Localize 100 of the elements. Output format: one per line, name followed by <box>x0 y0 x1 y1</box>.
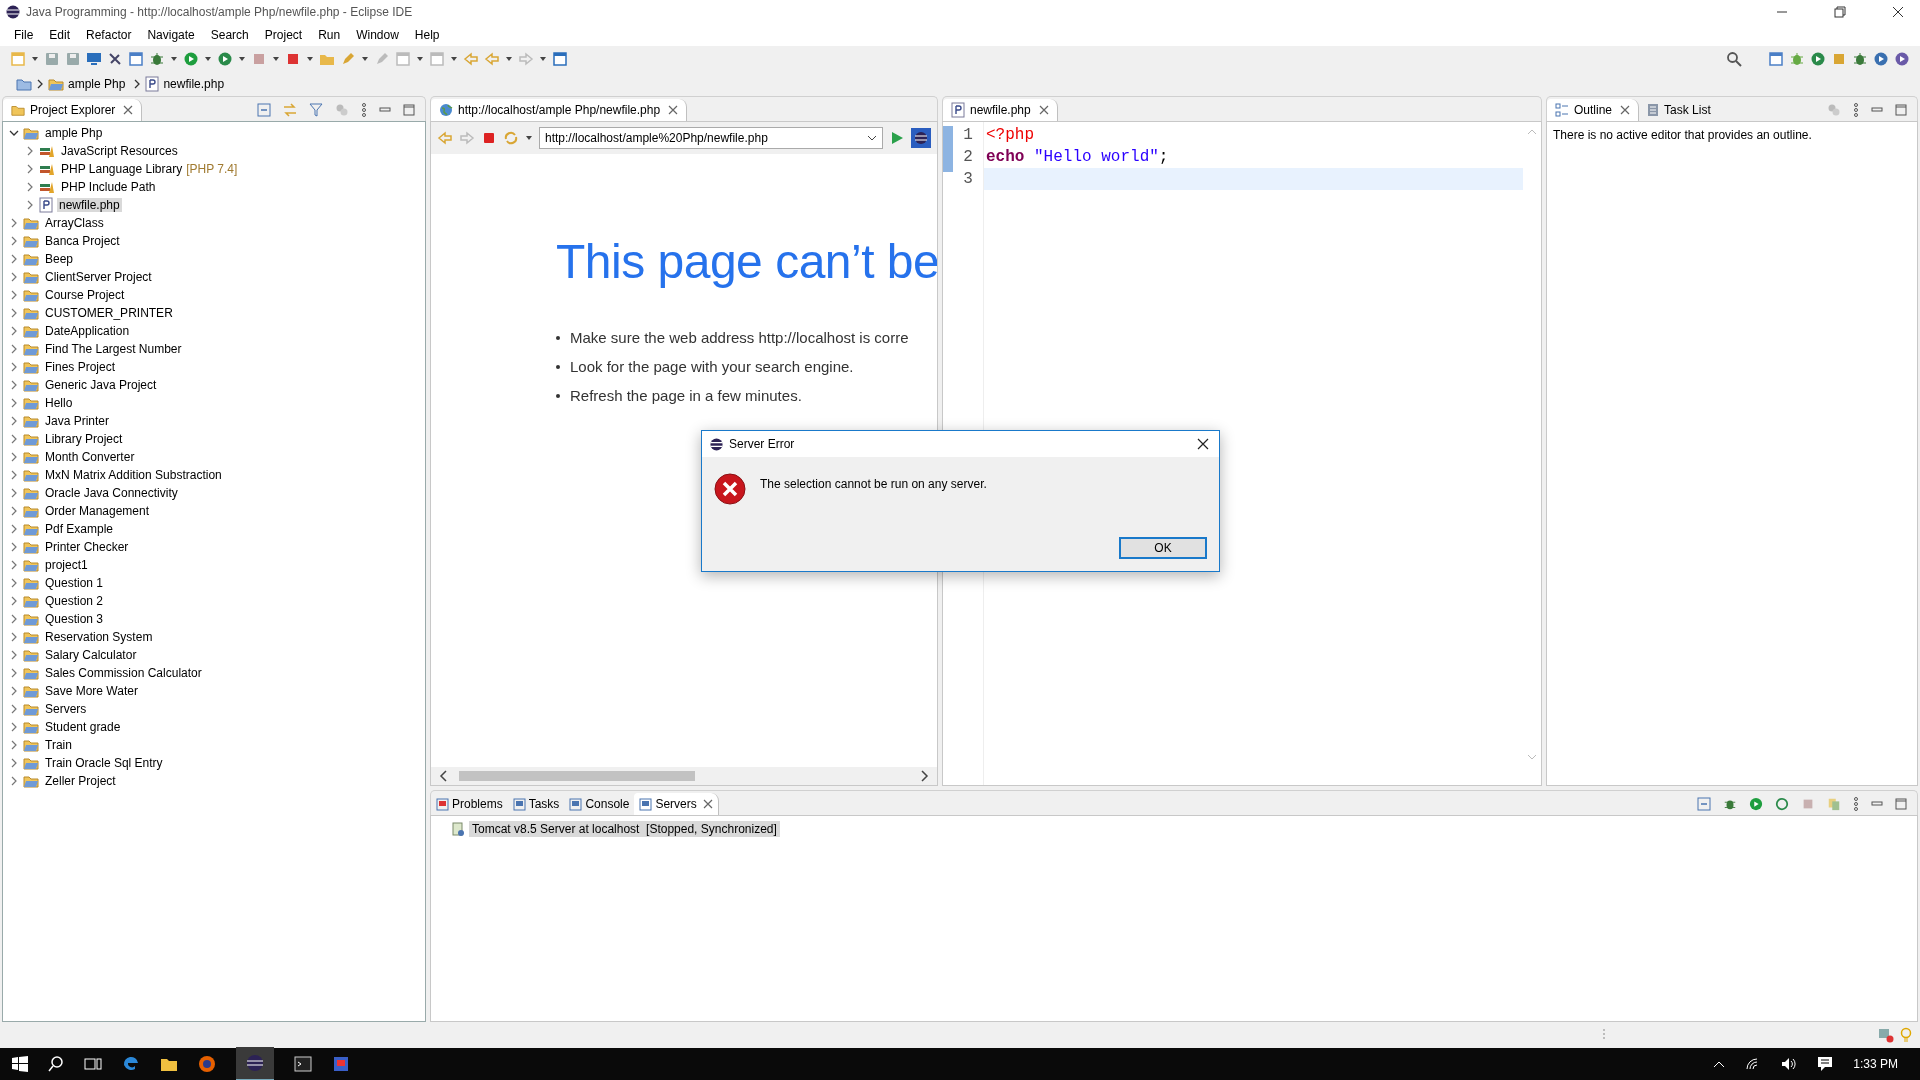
menu-item[interactable]: Window <box>348 28 407 42</box>
tree-item[interactable]: Sales Commission Calculator <box>43 666 204 680</box>
stop-icon[interactable] <box>481 130 497 146</box>
tree-item[interactable]: MxN Matrix Addition Substraction <box>43 468 224 482</box>
menu-item[interactable]: Search <box>202 28 257 42</box>
menu-item[interactable]: Project <box>256 28 311 42</box>
go-icon[interactable] <box>889 130 905 146</box>
menu-item[interactable]: Refactor <box>78 28 140 42</box>
view-tab[interactable]: Outline <box>1547 99 1640 121</box>
tree-item[interactable]: Question 1 <box>43 576 106 590</box>
tree-item[interactable]: Generic Java Project <box>43 378 159 392</box>
editor-tab[interactable]: http://localhost/ample Php/newfile.php <box>431 99 688 121</box>
menu-item[interactable]: File <box>6 28 42 42</box>
tab-label[interactable]: Project Explorer <box>30 103 116 117</box>
tree-item[interactable]: Question 2 <box>43 594 106 608</box>
tree-item[interactable]: Question 3 <box>43 612 106 626</box>
server-item[interactable]: Tomcat v8.5 Server at localhost [Stopped, Synchronized] <box>469 821 780 837</box>
view-tab[interactable]: Tasks <box>507 793 565 815</box>
restore-icon[interactable] <box>1834 6 1846 18</box>
tree-item[interactable]: newfile.php <box>57 198 122 212</box>
editor-tab[interactable]: newfile.php <box>943 99 1058 121</box>
view-tab[interactable]: Project Explorer <box>3 99 143 121</box>
view-tab[interactable]: Problems <box>431 793 508 815</box>
breadcrumb-item[interactable]: ample Php <box>68 77 126 91</box>
tab-label[interactable]: Tasks <box>528 797 560 811</box>
scroll-left-icon[interactable] <box>439 770 449 782</box>
tree-item[interactable]: ClientServer Project <box>43 270 154 284</box>
eclipse-logo-icon[interactable] <box>246 1054 264 1072</box>
launch-icon[interactable] <box>285 51 301 67</box>
notification-icon[interactable] <box>1817 1056 1834 1072</box>
tree-item[interactable]: Find The Largest Number <box>43 342 184 356</box>
tree-item[interactable]: Fines Project <box>43 360 118 374</box>
tree-item[interactable]: Java Printer <box>43 414 112 428</box>
view-tab[interactable]: Task List <box>1639 99 1719 121</box>
menu-item[interactable]: Navigate <box>139 28 203 42</box>
maximize-icon[interactable] <box>1895 798 1907 810</box>
tree-item[interactable]: Train Oracle Sql Entry <box>43 756 165 770</box>
ok-button[interactable]: OK <box>1119 537 1207 559</box>
bug-icon[interactable] <box>149 51 165 67</box>
tab-label[interactable]: Outline <box>1574 103 1613 117</box>
folders-icon[interactable] <box>16 76 32 92</box>
scroll-right-icon[interactable] <box>919 770 929 782</box>
tree-item[interactable]: Banca Project <box>43 234 122 248</box>
volume-icon[interactable] <box>1781 1057 1798 1071</box>
window-icon[interactable] <box>128 51 144 67</box>
tree-item[interactable]: Student grade <box>43 720 123 734</box>
dropdown-icon[interactable] <box>867 133 877 143</box>
more-icon[interactable] <box>1853 103 1859 117</box>
tab-label[interactable]: Problems <box>452 797 503 811</box>
bug-icon[interactable] <box>1789 51 1805 67</box>
tree-item[interactable]: PHP Language Library [PHP 7.4] <box>59 162 240 176</box>
windows-logo-icon[interactable] <box>12 1056 28 1072</box>
maximize-icon[interactable] <box>1895 104 1907 116</box>
menu-item[interactable]: Edit <box>41 28 79 42</box>
clock[interactable]: 1:33 PM <box>1853 1057 1898 1071</box>
collapse-all-icon[interactable] <box>257 103 271 117</box>
tree-item[interactable]: Pdf Example <box>43 522 116 536</box>
menu-item[interactable]: Help <box>406 28 448 42</box>
run-config-icon[interactable] <box>217 51 233 67</box>
tree-item[interactable]: ArrayClass <box>43 216 106 230</box>
task-view-icon[interactable] <box>84 1056 102 1072</box>
monitor-icon[interactable] <box>86 51 102 67</box>
menu-item[interactable]: Run <box>310 28 349 42</box>
close-icon[interactable] <box>1892 6 1904 18</box>
bug-icon[interactable] <box>1852 51 1868 67</box>
chevron-icon[interactable] <box>9 128 19 138</box>
scrollbar-thumb[interactable] <box>459 771 696 781</box>
tree-item[interactable]: Train <box>43 738 74 752</box>
close-icon[interactable] <box>1197 438 1209 450</box>
filter-icon[interactable] <box>309 103 323 117</box>
tab-label[interactable]: newfile.php <box>970 103 1031 117</box>
app-icon[interactable] <box>332 1055 350 1073</box>
tree-item[interactable]: Printer Checker <box>43 540 131 554</box>
chevron-up-icon[interactable] <box>1713 1060 1726 1068</box>
view-tab[interactable]: Servers <box>634 793 719 815</box>
eclipse-logo-icon[interactable] <box>911 128 931 148</box>
tab-label[interactable]: Console <box>585 797 630 811</box>
tree-item[interactable]: JavaScript Resources <box>59 144 180 158</box>
breadcrumb-item[interactable]: newfile.php <box>163 77 225 91</box>
tab-label[interactable]: Servers <box>655 797 697 811</box>
more-icon[interactable] <box>1853 797 1859 811</box>
tree-item[interactable]: ample Php <box>43 126 105 140</box>
tree-item[interactable]: Reservation System <box>43 630 155 644</box>
tree-item[interactable]: Course Project <box>43 288 127 302</box>
tree-item[interactable]: Beep <box>43 252 76 266</box>
view-tab[interactable]: Console <box>564 793 635 815</box>
terminal-icon[interactable] <box>294 1055 312 1073</box>
tree-item[interactable]: project1 <box>43 558 90 572</box>
run-icon[interactable] <box>1749 797 1763 811</box>
run-icon[interactable] <box>183 51 199 67</box>
panel-icon[interactable] <box>552 51 568 67</box>
tree-item[interactable]: Month Converter <box>43 450 137 464</box>
tree-item[interactable]: Oracle Java Connectivity <box>43 486 180 500</box>
tree-item[interactable]: PHP Include Path <box>59 180 158 194</box>
tree-item[interactable]: Salary Calculator <box>43 648 139 662</box>
tab-label[interactable]: Task List <box>1664 103 1711 117</box>
tree-item[interactable]: Zeller Project <box>43 774 118 788</box>
tree-item[interactable]: Hello <box>43 396 75 410</box>
tree-item[interactable]: Servers <box>43 702 89 716</box>
maximize-icon[interactable] <box>403 104 415 116</box>
